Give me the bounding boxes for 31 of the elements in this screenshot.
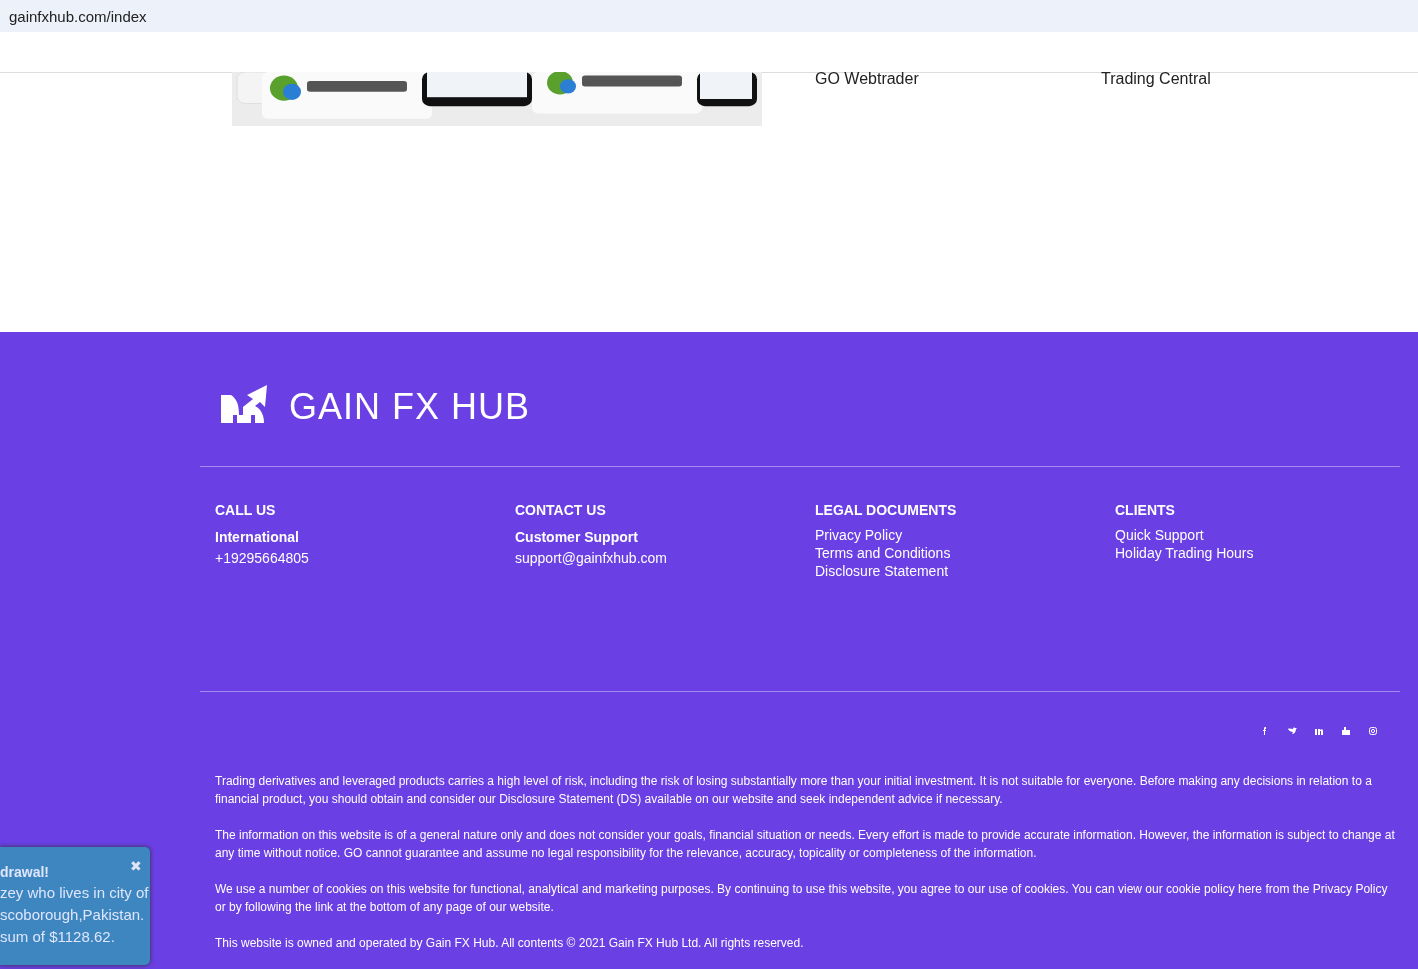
column-heading: CALL US [215,502,277,518]
toast-text: zey who lives in city of [0,883,150,903]
contact-label: International [215,529,300,545]
address-bar[interactable]: gainfxhub.com/index [0,0,1418,32]
disclaimer-text: The information on this website is of a general nature only and does not consider your goals, financial situation or needs. Every effort is made to provide accurate information. However, the information is subject to change at any time without notice. GO cannot guarantee and assume no legal responsibility for the relevance, accuracy, topicality or completeness of the information. [215,827,1396,862]
platform-title[interactable]: Trading Central [1101,70,1301,88]
toast-text: scoborough,Pakistan. [0,905,146,925]
footer-link[interactable]: Terms and Conditions [815,546,1100,560]
footer-link[interactable]: Disclosure Statement [815,564,1100,578]
contact-label: Customer Support [515,529,639,545]
url-text: gainfxhub.com/index [9,7,147,25]
platform-title[interactable]: GO Webtrader [815,70,1101,88]
disclaimer-text: This website is owned and operated by Gain FX Hub. All contents © 2021 Gain FX Hub Ltd. All rights reserved. [215,935,805,952]
column-heading: LEGAL DOCUMENTS [815,502,958,518]
column-heading: CLIENTS [1115,502,1176,518]
footer-link[interactable]: Holiday Trading Hours [1115,546,1400,560]
toast-text: sum of $1128.62. [0,927,116,947]
twitter-icon[interactable] [1287,726,1297,736]
disclaimer-text: Trading derivatives and leveraged products carries a high level of risk, including the risk of losing substantially more than your initial investment. It is not suitable for everyone. Before making any decisions in relation to a financial product, you should obtain and consider our Disclosure Statement (DS) available on our website and seek independent advice if necessary. [215,773,1373,808]
instagram-icon[interactable] [1368,726,1378,736]
footer-link[interactable]: Quick Support [1115,528,1400,542]
toast-title: drawal! [0,863,50,882]
logo-text: GAIN FX HUB [289,386,531,428]
disclaimer-text: We use a number of cookies on this website for functional, analytical and marketing purposes. By continuing to use this website, you agree to our use of cookies. You can view our cookie policy here from the Privacy Policy or by following the link at the bottom of any page of our website. [215,881,1389,916]
column-heading: CONTACT US [515,502,607,518]
close-icon[interactable]: ✖ [130,858,142,874]
youtube-icon[interactable] [1341,726,1351,736]
contact-value: +19295664805 [215,550,310,566]
contact-value: support@gainfxhub.com [515,550,668,566]
linkedin-icon[interactable] [1314,726,1324,736]
footer-link[interactable]: Privacy Policy [815,528,1100,542]
